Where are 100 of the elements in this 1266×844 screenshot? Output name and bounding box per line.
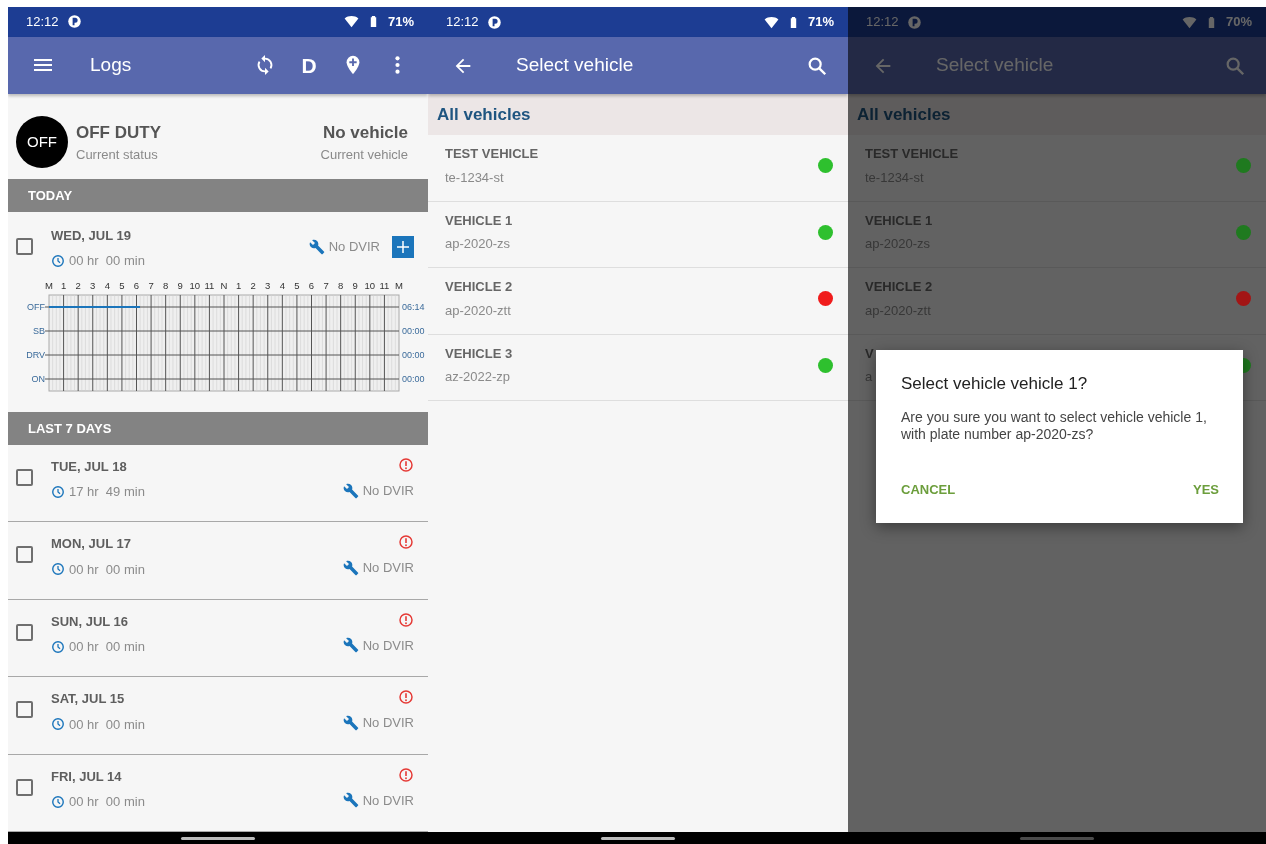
hour-label: M	[395, 279, 403, 291]
status-time: 12:12	[446, 13, 479, 32]
dvir-text: No DVIR	[362, 791, 414, 810]
day-checkbox[interactable]	[16, 237, 33, 255]
hour-label: 4	[104, 279, 110, 291]
app-notification-icon	[486, 14, 502, 30]
wrench-icon	[342, 482, 359, 499]
day-date: MON, JUL 17	[51, 535, 132, 554]
status-total: 00:00	[402, 373, 425, 384]
duty-status-badge: OFF	[16, 116, 68, 169]
dialog-message: Are you sure you want to select vehicle vehicle 1, with plate number ap-2020-zs?	[901, 408, 1208, 444]
status-row-label: OFF	[27, 301, 45, 312]
vehicle-plate: te-1234-st	[445, 168, 505, 187]
clock-icon	[51, 794, 65, 809]
status-time: 12:12	[866, 13, 899, 32]
hour-label: 1	[235, 279, 242, 291]
list-header: All vehicles	[428, 94, 848, 135]
vehicle-plate: ap-2020-ztt	[445, 301, 512, 320]
vehicle-name: V	[865, 344, 874, 363]
duration-text: 00 hr 00 min	[69, 638, 145, 657]
hour-label: 2	[75, 279, 81, 291]
day-checkbox[interactable]	[16, 546, 33, 564]
dvir-status[interactable]: No DVIR	[342, 635, 414, 656]
wifi-icon	[1181, 14, 1197, 30]
dvir-status[interactable]: No DVIR	[342, 790, 414, 811]
duty-status-subtitle: Current status	[76, 146, 159, 165]
status-row-label: DRV	[26, 349, 45, 360]
vehicle-name: VEHICLE 2	[445, 278, 513, 297]
dvir-status[interactable]: No DVIR	[342, 713, 414, 733]
app-notification-icon	[66, 14, 82, 30]
duty-status-title: OFF DUTY	[76, 121, 162, 144]
battery-percent: 71%	[387, 13, 414, 32]
hour-label: N	[220, 279, 228, 291]
wrench-icon	[342, 792, 359, 809]
driver-button[interactable]: D	[292, 48, 326, 83]
battery-percent: 70%	[1225, 13, 1252, 32]
vehicle-name: VEHICLE 2	[865, 278, 933, 297]
day-checkbox[interactable]	[16, 778, 33, 796]
duration-text: 00 hr 00 min	[69, 793, 145, 812]
hour-label: 10	[364, 279, 376, 291]
home-handle[interactable]	[1020, 836, 1094, 840]
vehicle-plate: ap-2020-zs	[445, 235, 512, 254]
day-checkbox[interactable]	[16, 468, 33, 486]
wifi-icon	[343, 14, 359, 30]
vehicle-name: VEHICLE 1	[445, 211, 513, 230]
vehicle-name: VEHICLE 3	[445, 344, 513, 363]
vehicle-name: TEST VEHICLE	[445, 145, 539, 164]
dialog-title: Select vehicle vehicle 1?	[901, 373, 1089, 395]
hour-label: 7	[148, 279, 154, 291]
hour-label: 8	[338, 279, 344, 291]
status-row-label: SB	[33, 325, 45, 336]
wrench-icon	[308, 238, 325, 255]
home-handle[interactable]	[181, 836, 255, 840]
day-date: TUE, JUL 18	[51, 457, 128, 476]
hour-label: 7	[323, 279, 329, 291]
wrench-icon	[342, 637, 359, 654]
dvir-text: No DVIR	[362, 636, 414, 655]
dvir-text: No DVIR	[362, 481, 414, 500]
clock-icon	[51, 717, 65, 732]
app-bar-title: Select vehicle	[516, 53, 635, 78]
add-log-button[interactable]	[392, 235, 414, 258]
dvir-text: No DVIR	[362, 714, 414, 733]
status-time: 12:12	[26, 13, 59, 32]
dvir-text: No DVIR	[328, 238, 380, 257]
app-notification-icon	[906, 14, 922, 30]
hour-label: 5	[294, 279, 300, 291]
status-total: 00:00	[402, 325, 425, 336]
hour-label: 10	[189, 279, 201, 291]
dvir-status[interactable]: No DVIR	[308, 237, 380, 257]
hour-label: 6	[133, 279, 140, 291]
confirm-button[interactable]: YES	[1193, 475, 1219, 503]
hour-label: 9	[352, 279, 358, 291]
hour-label: 2	[250, 279, 256, 291]
day-checkbox[interactable]	[16, 701, 33, 719]
clock-icon	[51, 562, 65, 577]
cancel-button[interactable]: CANCEL	[901, 475, 956, 503]
vehicle-title: No vehicle	[321, 121, 408, 144]
duration-text: 00 hr 00 min	[69, 252, 145, 271]
hour-label: 8	[163, 279, 169, 291]
home-handle[interactable]	[601, 836, 675, 840]
vehicle-name: VEHICLE 1	[865, 211, 933, 230]
hour-label: M	[45, 279, 53, 291]
vehicle-name: TEST VEHICLE	[865, 145, 959, 164]
hour-label: 6	[308, 279, 315, 291]
day-date: WED, JUL 19	[51, 226, 132, 245]
day-date: FRI, JUL 14	[51, 767, 123, 786]
list-header: All vehicles	[848, 94, 1266, 135]
vehicle-row[interactable]: VEHICLE 2 ap-2020-ztt	[428, 268, 848, 335]
wifi-icon	[763, 14, 779, 30]
dvir-status[interactable]: No DVIR	[342, 558, 414, 578]
hour-label: 11	[204, 279, 215, 291]
dvir-status[interactable]: No DVIR	[342, 480, 414, 501]
hour-label: 5	[119, 279, 125, 291]
app-bar-title: Logs	[90, 53, 133, 78]
day-checkbox[interactable]	[16, 623, 33, 641]
hour-label: 9	[177, 279, 183, 291]
vehicle-plate: az-2022-zp	[445, 368, 512, 387]
duration-text: 17 hr 49 min	[69, 483, 145, 502]
hour-label: 1	[60, 279, 67, 291]
status-row-label: ON	[31, 373, 45, 384]
